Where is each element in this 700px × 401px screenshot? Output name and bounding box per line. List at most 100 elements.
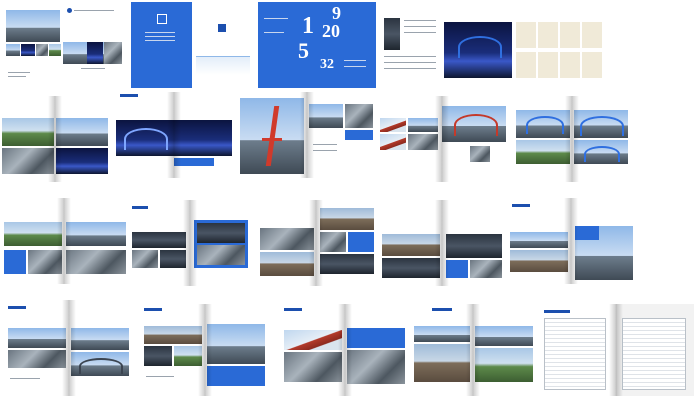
construction-photo — [382, 258, 440, 278]
spread-r3-5 — [506, 198, 636, 284]
factory-photo — [132, 232, 186, 248]
text-line — [10, 378, 40, 379]
text-line — [313, 144, 337, 145]
text-line — [8, 76, 26, 77]
crane-photo — [414, 326, 470, 342]
spread-r2-4 — [376, 96, 508, 182]
crane-photo — [475, 326, 533, 346]
section-heading — [544, 310, 570, 313]
bridge-photo — [104, 42, 122, 64]
bridge-photo — [87, 42, 103, 64]
page-bridge-sketch — [192, 2, 253, 88]
section-heading — [284, 308, 302, 311]
bridge-photo — [574, 140, 628, 164]
bridge-photo — [516, 140, 570, 164]
blue-block — [345, 130, 373, 140]
certificate — [560, 22, 580, 48]
text-line — [313, 150, 337, 151]
bridge-photo — [516, 110, 570, 138]
crane-photo — [414, 344, 470, 382]
bridge-photo — [2, 148, 54, 174]
section-heading — [144, 308, 162, 311]
project-table — [622, 318, 686, 390]
page-bridge-works — [4, 300, 69, 396]
page-blue-arches-2 — [572, 96, 632, 182]
bridge-photo — [8, 328, 66, 348]
steel-photo — [320, 254, 374, 274]
certificate — [516, 22, 536, 48]
steel-photo — [320, 208, 374, 230]
factory-photo — [160, 250, 186, 268]
spread-r1-6 — [512, 2, 608, 88]
crane-photo — [510, 250, 568, 272]
page-structures-2 — [345, 304, 410, 396]
company-logo — [218, 24, 226, 32]
page-photos-text — [307, 92, 376, 178]
spread-r1-2 — [131, 2, 253, 88]
bridge-photo — [442, 106, 506, 142]
page-red-arch — [376, 96, 442, 182]
bridge-photo — [49, 44, 61, 56]
big-number: 5 — [298, 38, 309, 63]
page-site — [0, 198, 64, 284]
spread-r4-4 — [410, 304, 536, 396]
bridge-photo — [345, 104, 373, 128]
page-blue-intro — [131, 2, 192, 88]
page-project-table-2 — [616, 304, 694, 396]
site-photo — [174, 346, 202, 366]
steel-photo — [260, 252, 314, 276]
spread-r1-1 — [4, 2, 122, 88]
bridge-photo — [71, 352, 129, 376]
text-line — [404, 26, 436, 27]
bridge-photo — [574, 110, 628, 138]
factory-photo — [197, 223, 245, 243]
text-line — [404, 32, 436, 33]
section-heading — [512, 204, 530, 207]
bridge-photo — [2, 118, 54, 146]
bridge-arch — [580, 116, 624, 136]
spread-r2-2 — [112, 92, 236, 178]
big-number: 20 — [322, 21, 340, 41]
caption-bar — [174, 158, 214, 166]
company-logo — [67, 8, 72, 13]
bridge-photo — [408, 118, 438, 132]
building-photo — [384, 18, 400, 50]
bridge-photo — [36, 44, 48, 56]
structure-photo — [347, 350, 405, 384]
text-line — [344, 66, 366, 67]
night-bridge-photo — [444, 22, 512, 78]
spread-r3-1 — [0, 198, 128, 284]
steel-photo — [260, 228, 314, 250]
company-logo — [157, 14, 167, 24]
page-ports — [140, 304, 205, 396]
site-photo — [28, 250, 62, 274]
bridge-photo — [6, 44, 20, 56]
bridge-arch — [584, 146, 620, 162]
spread-r1-4 — [380, 2, 442, 88]
bridge-photo — [71, 328, 129, 350]
certificate — [516, 52, 536, 78]
text-line — [384, 56, 436, 57]
bridge-arch — [79, 358, 123, 374]
blue-block — [575, 226, 599, 240]
text-line — [145, 32, 175, 33]
page-lifting — [410, 304, 473, 396]
red-tower — [265, 106, 280, 166]
page-night-bridge — [112, 92, 236, 178]
blue-block — [446, 260, 468, 278]
page-construction — [378, 200, 442, 286]
site-photo — [66, 222, 126, 246]
spread-r4-5 — [538, 304, 694, 396]
site-photo — [4, 222, 62, 246]
construction-photo — [470, 260, 502, 278]
section-heading — [120, 94, 138, 97]
text-line — [74, 10, 114, 11]
blue-block — [4, 250, 26, 274]
page-structures — [280, 304, 345, 396]
page-bridge-works-2 — [69, 300, 134, 396]
page-blue-arches — [512, 96, 572, 182]
spread-r1-3: 1 9 20 5 32 — [258, 2, 376, 88]
page-steel — [256, 200, 316, 286]
certificate — [582, 22, 602, 48]
bridge-photo — [380, 118, 406, 132]
